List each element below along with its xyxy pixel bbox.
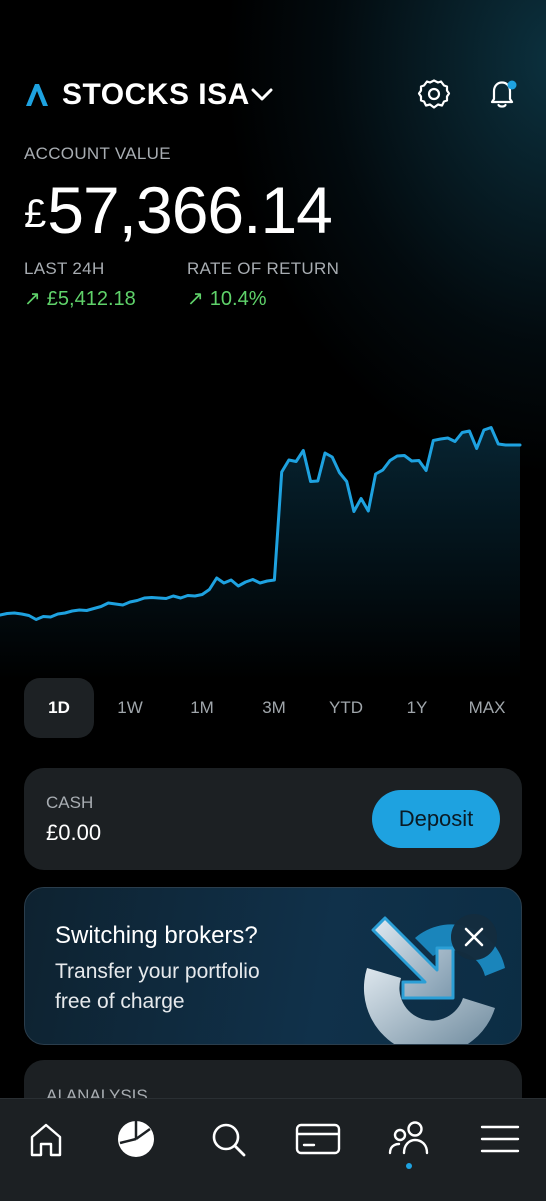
- range-3m[interactable]: 3M: [238, 678, 310, 738]
- account-value-amount: 57,366.14: [47, 173, 333, 247]
- switching-brokers-promo[interactable]: Switching brokers? Transfer your portfol…: [24, 887, 522, 1045]
- account-value: £57,366.14: [24, 172, 333, 248]
- active-tab-indicator: [406, 1163, 412, 1169]
- notification-dot: [507, 80, 517, 90]
- cash-value: £0.00: [46, 820, 102, 845]
- range-1d[interactable]: 1D: [24, 678, 94, 738]
- menu-icon[interactable]: [476, 1117, 524, 1161]
- cash-label: CASH: [46, 793, 94, 812]
- promo-text-line2: free of charge: [55, 990, 185, 1013]
- cash-card: CASH £0.00 Deposit: [24, 768, 522, 870]
- rate-of-return-value: ↗ 10.4%: [187, 288, 267, 310]
- logo-icon: [26, 84, 48, 106]
- chart-area: [0, 427, 520, 680]
- range-ytd[interactable]: YTD: [310, 678, 382, 738]
- range-1y[interactable]: 1Y: [382, 678, 452, 738]
- portfolio-icon[interactable]: [112, 1117, 160, 1161]
- range-1m[interactable]: 1M: [166, 678, 238, 738]
- range-max[interactable]: MAX: [452, 678, 522, 738]
- time-range-selector: 1D 1W 1M 3M YTD 1Y MAX: [24, 678, 522, 738]
- chevron-down-icon[interactable]: [250, 84, 274, 104]
- community-icon[interactable]: [385, 1117, 433, 1161]
- promo-text-line1: Transfer your portfolio: [55, 960, 260, 983]
- card-icon[interactable]: [294, 1117, 342, 1161]
- home-icon[interactable]: [22, 1117, 70, 1161]
- last-24h-value: ↗ £5,412.18: [24, 288, 136, 310]
- last-24h-label: LAST 24H: [24, 259, 105, 278]
- arrow-up-right-icon: ↗: [187, 288, 204, 310]
- gear-icon[interactable]: [416, 76, 452, 112]
- deposit-button[interactable]: Deposit: [372, 790, 500, 848]
- header: STOCKS ISA: [24, 74, 522, 118]
- promo-title: Switching brokers?: [55, 922, 258, 949]
- search-icon[interactable]: [204, 1117, 252, 1161]
- bottom-navigation: [0, 1098, 546, 1201]
- account-title[interactable]: STOCKS ISA: [62, 78, 250, 112]
- range-1w[interactable]: 1W: [94, 678, 166, 738]
- value-chart[interactable]: [0, 400, 546, 680]
- close-icon[interactable]: [451, 914, 497, 960]
- bell-icon[interactable]: [484, 76, 520, 112]
- arrow-up-right-icon: ↗: [24, 288, 41, 310]
- currency-symbol: £: [24, 192, 46, 236]
- account-value-label: ACCOUNT VALUE: [24, 144, 171, 163]
- rate-of-return-label: RATE OF RETURN: [187, 259, 340, 278]
